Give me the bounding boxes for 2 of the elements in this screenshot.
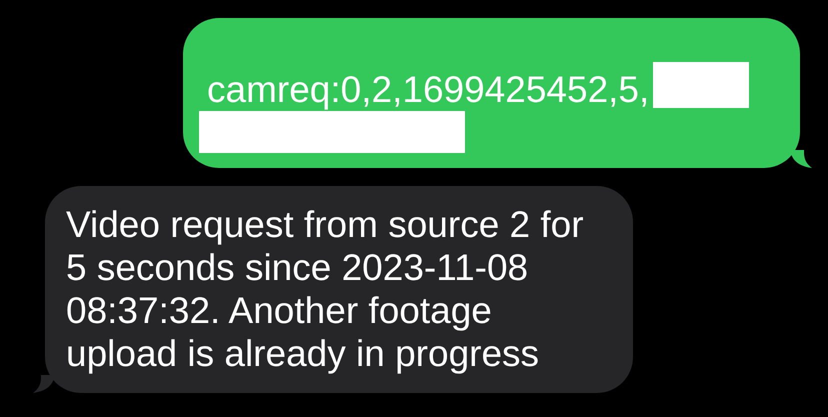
message-text: camreq:0,2,1699425452,5, (207, 69, 650, 110)
message-text: Video request from source 2 for 5 seconds since 2023-11-08 08:37:32. Another footage upload is already in progress (66, 204, 584, 374)
